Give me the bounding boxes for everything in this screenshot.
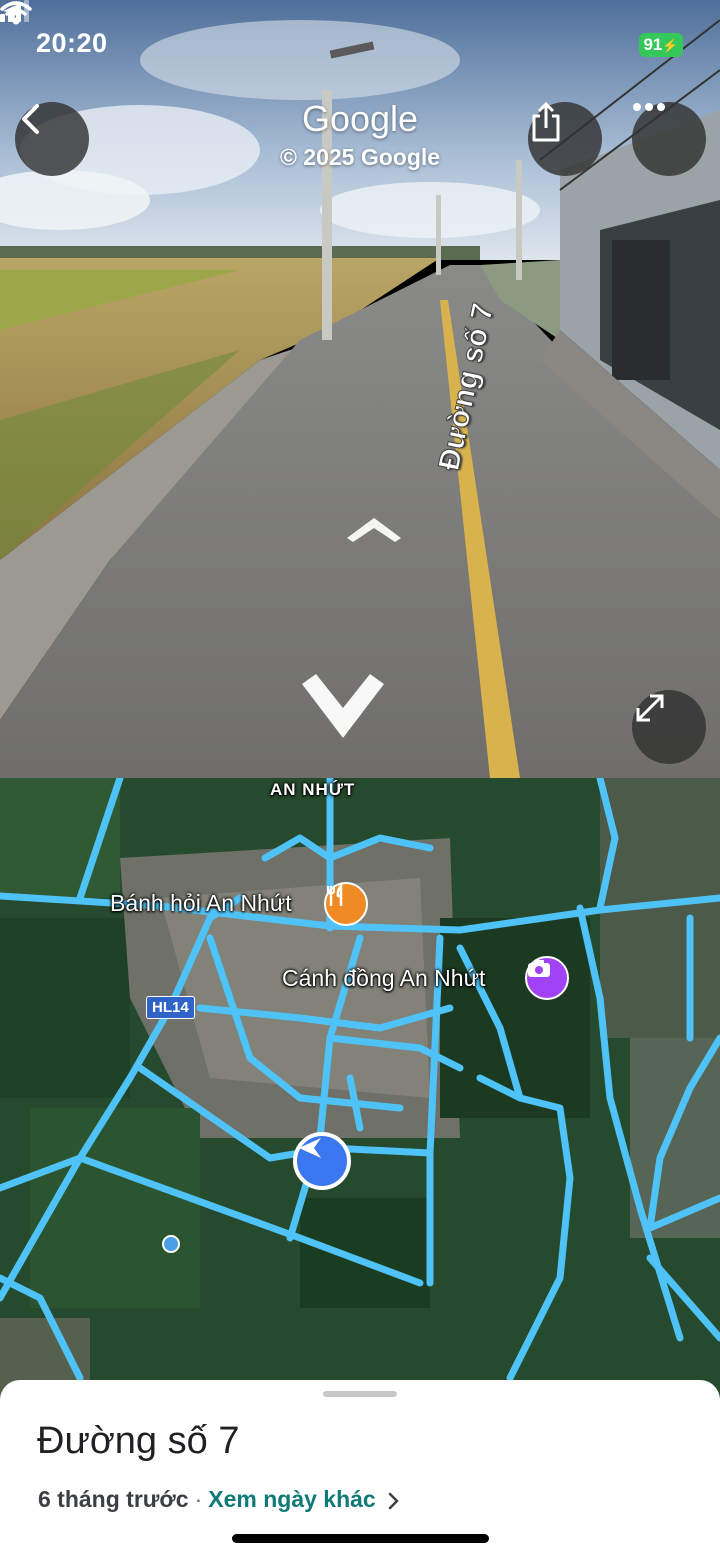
bottom-sheet[interactable]: Đường số 7 6 tháng trước · Xem ngày khác (0, 1380, 720, 1559)
area-label: AN NHỨT (270, 780, 356, 799)
battery-level: 91 (643, 35, 663, 54)
street-title: Đường số 7 (37, 1420, 240, 1462)
camera-icon (528, 960, 550, 977)
google-logo: Google (301, 98, 419, 139)
satellite-map-image (0, 778, 720, 1398)
restaurant-pin[interactable] (324, 882, 368, 926)
restaurant-icon (327, 884, 343, 906)
street-map[interactable]: AN NHỨT Bánh hỏi An Nhứt Cánh đồng An Nh… (0, 778, 720, 1398)
status-time: 20:20 (36, 28, 108, 58)
copyright-text: © 2025 Google (279, 144, 441, 170)
capture-date-row: 6 tháng trước · Xem ngày khác (38, 1486, 400, 1513)
photo-spot-pin[interactable] (525, 956, 569, 1000)
expand-icon (636, 694, 664, 722)
more-icon (633, 103, 665, 111)
location-dot (162, 1235, 180, 1253)
see-other-dates-link[interactable]: Xem ngày khác (208, 1486, 375, 1512)
route-shield: HL14 (146, 996, 195, 1019)
battery-icon: 91⚡ (639, 33, 683, 57)
place-label-restaurant[interactable]: Bánh hỏi An Nhứt (110, 890, 292, 917)
expand-button[interactable] (632, 690, 706, 764)
sheet-drag-handle[interactable] (323, 1391, 397, 1397)
current-view-marker[interactable] (293, 1132, 351, 1190)
forward-arrow-icon[interactable] (345, 512, 403, 542)
status-bar: 20:20 91⚡ (0, 0, 720, 90)
share-icon (532, 102, 560, 142)
backward-arrow-icon[interactable] (300, 672, 386, 742)
share-button[interactable] (528, 102, 602, 176)
place-label-photo-spot[interactable]: Cánh đồng An Nhứt (282, 965, 485, 992)
separator: · (194, 1486, 203, 1512)
back-button[interactable] (15, 102, 89, 176)
street-view-attribution: Google © 2025 Google (200, 98, 520, 171)
back-icon (22, 104, 39, 134)
street-view-panorama[interactable]: 20:20 91⚡ Google © 2025 Google Đường số … (0, 0, 720, 778)
view-direction-icon (299, 1138, 321, 1158)
chevron-right-icon[interactable] (388, 1492, 400, 1510)
more-options-button[interactable] (632, 102, 706, 176)
wifi-icon (0, 1, 32, 25)
capture-time-ago: 6 tháng trước (38, 1486, 189, 1512)
home-indicator[interactable] (232, 1534, 489, 1543)
